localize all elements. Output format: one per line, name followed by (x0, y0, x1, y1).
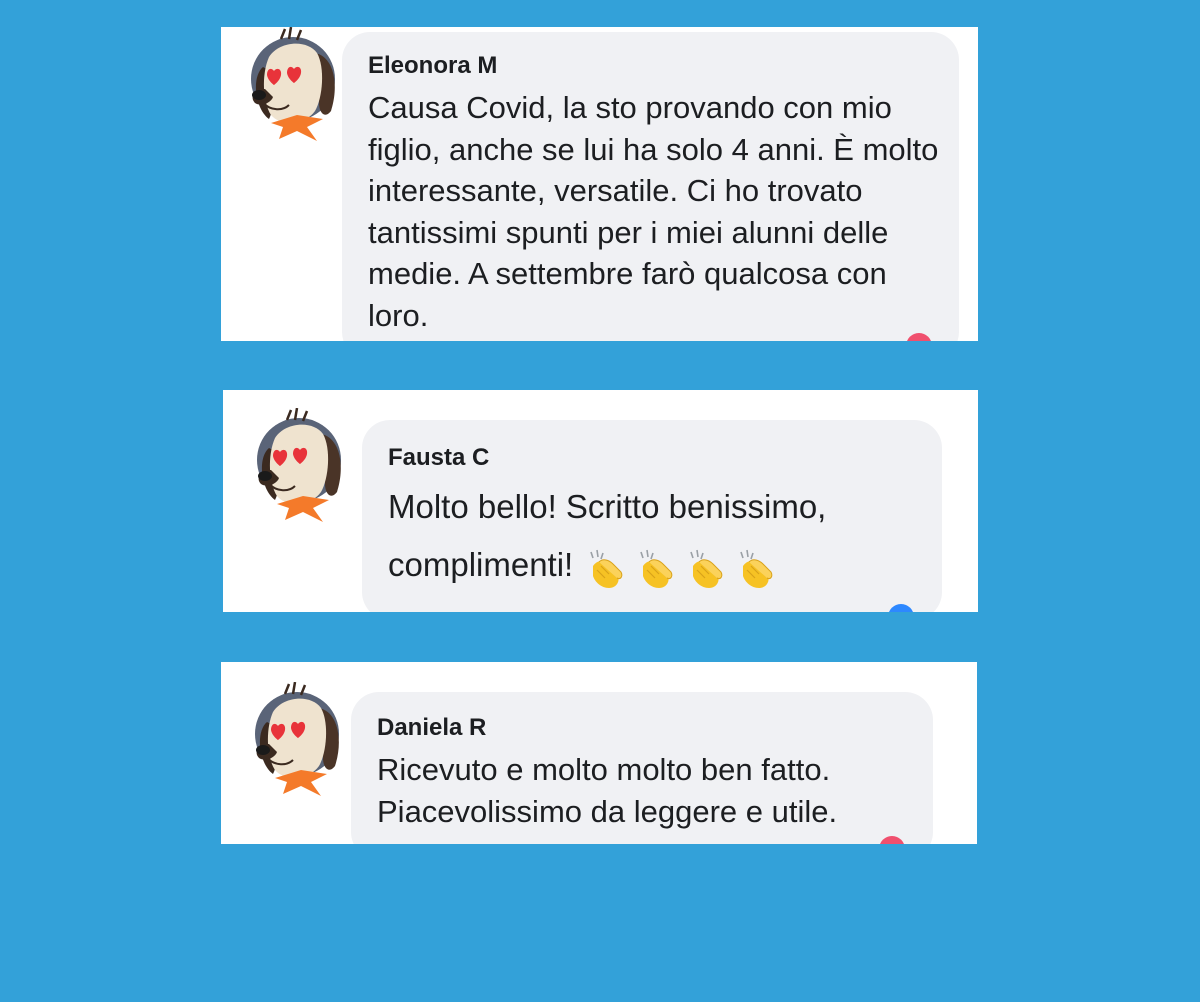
clapping-hands-icon (733, 548, 777, 592)
emoji-row (583, 538, 783, 596)
dog-heart-eyes-icon[interactable] (245, 682, 345, 802)
clapping-hands-icon (633, 548, 677, 592)
dog-heart-eyes-icon[interactable] (241, 27, 341, 147)
comment-text: Causa Covid, la sto provando con mio fig… (368, 90, 939, 333)
comment-author[interactable]: Fausta C (388, 444, 489, 472)
comment-bubble: Daniela R Ricevuto e molto molto ben fat… (351, 692, 933, 844)
dog-heart-eyes-icon[interactable] (247, 408, 347, 528)
clapping-hands-icon (683, 548, 727, 592)
comment-bubble: Fausta C Molto bello! Scritto benissimo,… (362, 420, 942, 612)
comment-author[interactable]: Daniela R (377, 714, 486, 742)
comment-card: Daniela R Ricevuto e molto molto ben fat… (221, 662, 977, 844)
clapping-hands-icon (583, 548, 627, 592)
comment-author[interactable]: Eleonora M (368, 52, 497, 80)
comment-bubble: Eleonora M Causa Covid, la sto provando … (342, 32, 959, 341)
comment-text: Molto bello! Scritto benissimo, complime… (388, 478, 948, 596)
comment-card: Eleonora M Causa Covid, la sto provando … (221, 27, 978, 341)
comment-text: Ricevuto e molto molto ben fatto. Piacev… (377, 752, 838, 829)
comment-card: Fausta C Molto bello! Scritto benissimo,… (223, 390, 978, 612)
